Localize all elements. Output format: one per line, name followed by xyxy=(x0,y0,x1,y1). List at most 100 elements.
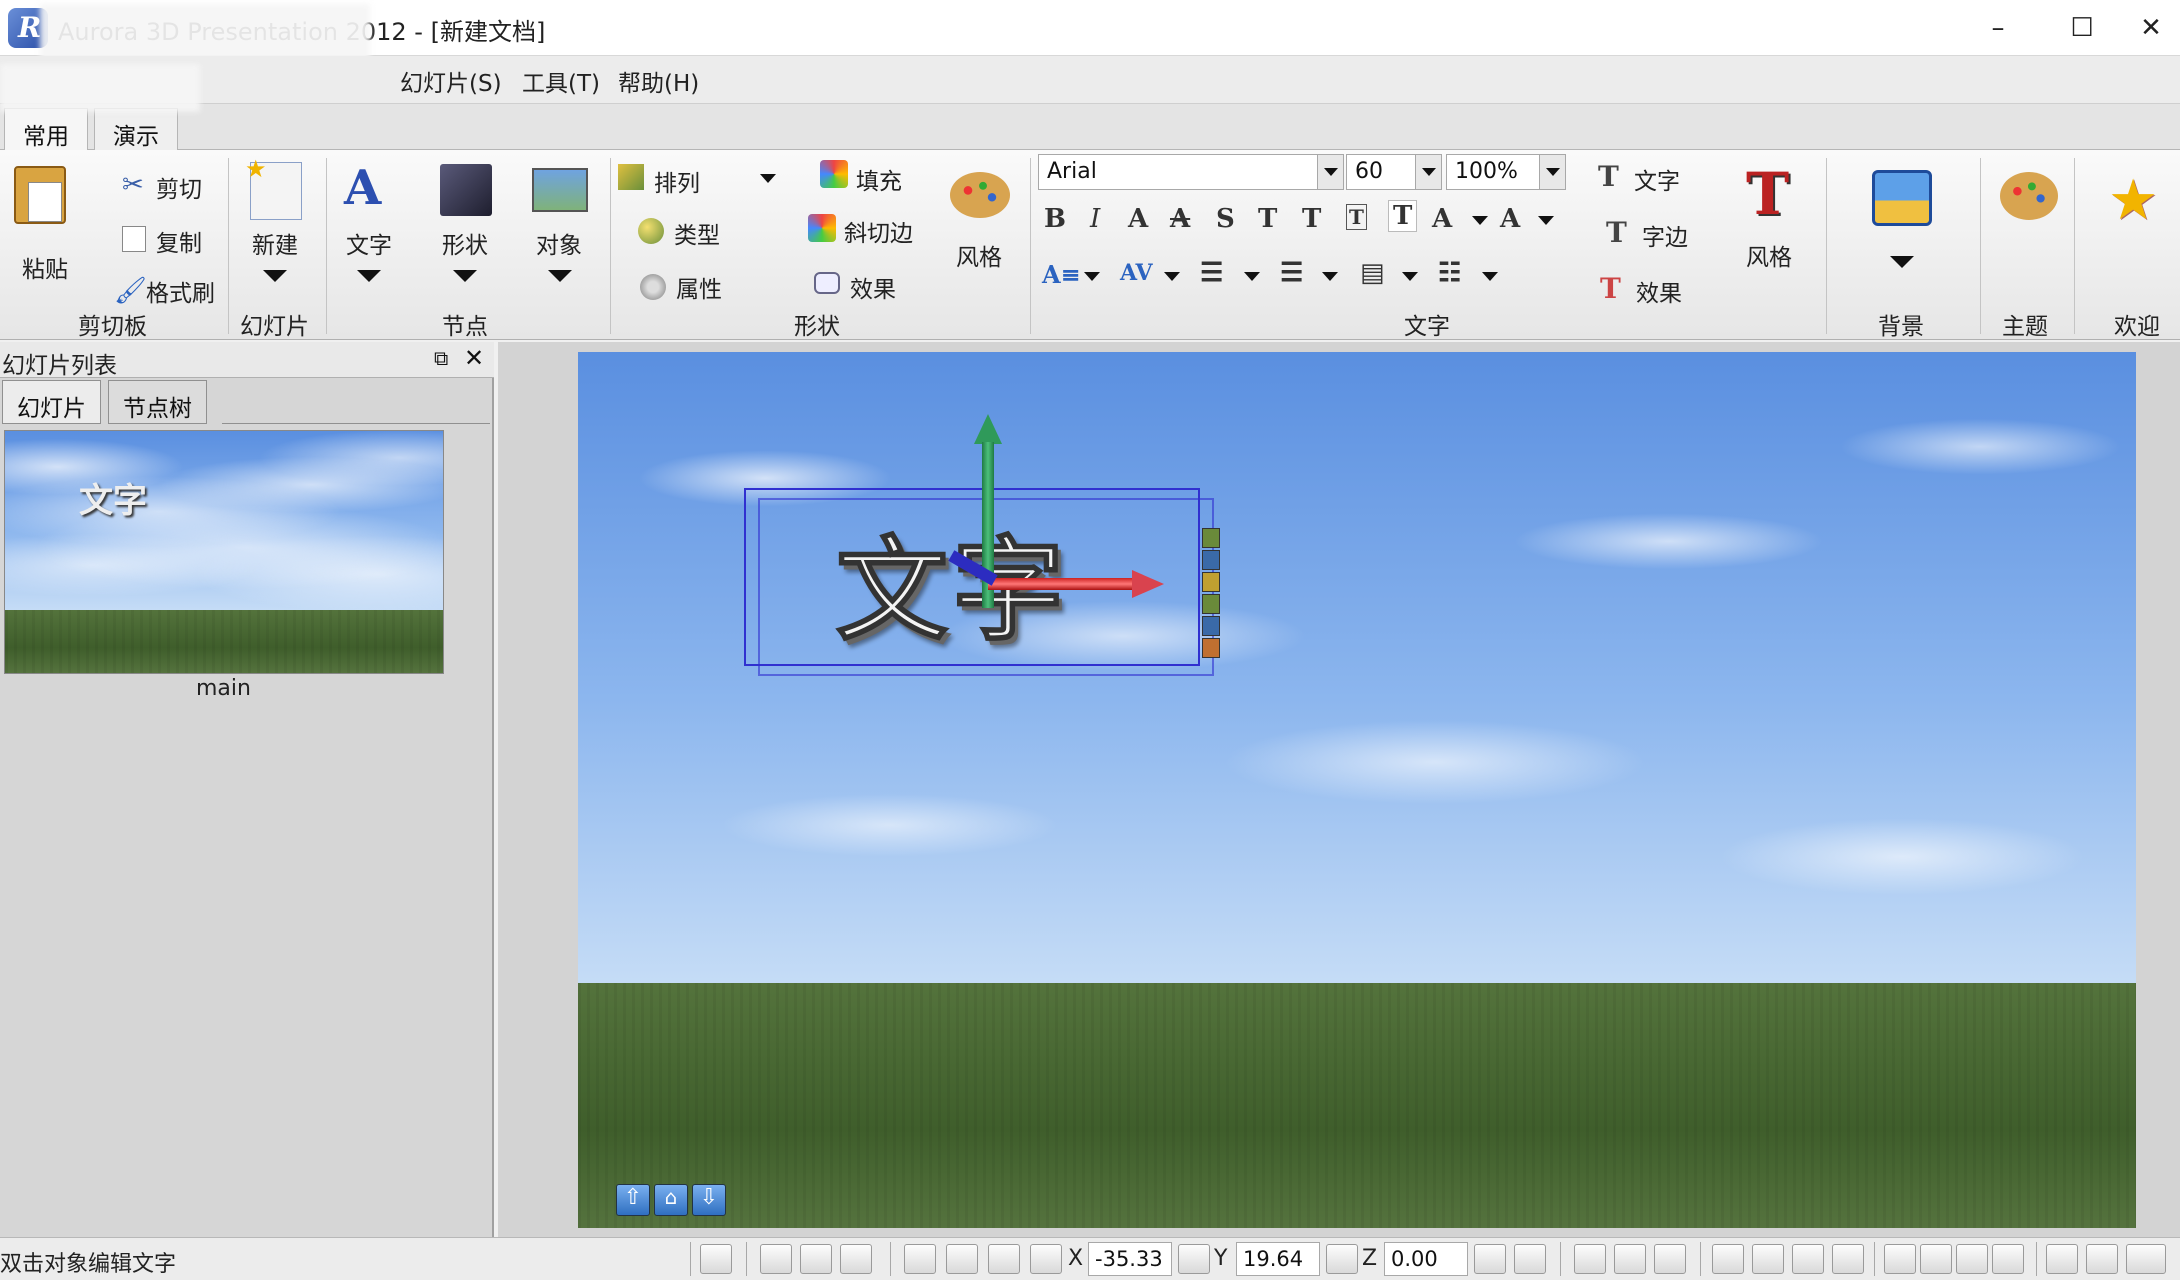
reset-rp-icon[interactable] xyxy=(2086,1244,2118,1274)
tab-home[interactable]: 常用 xyxy=(4,108,88,150)
star-icon[interactable]: ★ xyxy=(2108,168,2158,233)
subscript-button[interactable]: T xyxy=(1302,204,1321,234)
arrange-button[interactable]: 排列 xyxy=(654,164,700,198)
type-button[interactable]: 类型 xyxy=(674,216,720,250)
add-object-button[interactable]: 对象 xyxy=(536,226,582,260)
outline-icon[interactable]: A xyxy=(1128,204,1148,234)
palette-icon[interactable] xyxy=(950,172,1010,218)
film-icon[interactable] xyxy=(760,1244,792,1274)
close-panel-icon[interactable]: ✕ xyxy=(464,344,484,372)
gizmo-y-arrow-icon[interactable] xyxy=(974,414,1002,444)
camera-home-icon[interactable]: ⌂ xyxy=(654,1184,688,1216)
mini-scale-icon[interactable] xyxy=(1202,572,1220,592)
new-slide-dropdown-icon[interactable] xyxy=(263,270,287,282)
text-style-button[interactable]: 风格 xyxy=(1746,238,1792,272)
mini-rotate2-icon[interactable] xyxy=(1202,594,1220,614)
menu-slide[interactable]: 幻灯片(S) xyxy=(400,64,502,98)
vertical-align-dropdown-icon[interactable] xyxy=(1402,272,1418,281)
paste-button[interactable]: 粘贴 xyxy=(22,250,68,284)
scale-icon[interactable] xyxy=(1030,1244,1062,1274)
grid-icon[interactable] xyxy=(1832,1244,1864,1274)
shape-effect-button[interactable]: 效果 xyxy=(850,270,896,304)
cut-button[interactable]: 剪切 xyxy=(156,170,202,204)
bold-button[interactable]: B xyxy=(1044,204,1066,234)
x-spin-icon[interactable] xyxy=(1178,1244,1210,1274)
align-left-icon[interactable] xyxy=(1574,1244,1606,1274)
mini-rotate-icon[interactable] xyxy=(1202,528,1220,548)
text-color-dropdown-icon[interactable] xyxy=(1472,216,1488,225)
text-node-icon[interactable]: A xyxy=(344,160,381,216)
move-icon[interactable] xyxy=(946,1244,978,1274)
shape-style-button[interactable]: 风格 xyxy=(956,238,1002,272)
add-object-dropdown-icon[interactable] xyxy=(548,270,572,282)
add-shape-button[interactable]: 形状 xyxy=(442,226,488,260)
camera-up-icon[interactable]: ⇧ xyxy=(616,1184,650,1216)
x-coordinate-field[interactable]: -35.33 xyxy=(1088,1242,1172,1276)
font-family-select[interactable]: Arial xyxy=(1038,154,1344,190)
shape-node-icon[interactable] xyxy=(440,164,492,216)
shadow-s-button[interactable]: S xyxy=(1216,204,1235,234)
superscript-button[interactable]: T xyxy=(1258,204,1277,234)
layer-1-icon[interactable] xyxy=(1884,1244,1916,1274)
kerning-dropdown-icon[interactable] xyxy=(1164,272,1180,281)
background-dropdown-icon[interactable] xyxy=(1890,256,1914,268)
camera-down-icon[interactable]: ⇩ xyxy=(692,1184,726,1216)
font-scale-select[interactable]: 100% xyxy=(1446,154,1566,190)
layer-2-icon[interactable] xyxy=(1920,1244,1952,1274)
add-text-dropdown-icon[interactable] xyxy=(357,270,381,282)
list-icon[interactable]: ☷ xyxy=(1438,258,1461,288)
vertical-align-icon[interactable]: ▤ xyxy=(1360,258,1385,288)
text-style-icon[interactable]: T xyxy=(1746,160,1789,228)
format-painter-button[interactable]: 格式刷 xyxy=(146,274,215,308)
text-border-button[interactable]: 字边 xyxy=(1642,218,1688,252)
add-shape-dropdown-icon[interactable] xyxy=(453,270,477,282)
list-dropdown-icon[interactable] xyxy=(1482,272,1498,281)
maximize-button[interactable]: ☐ xyxy=(2046,0,2118,56)
mini-move2-icon[interactable] xyxy=(1202,616,1220,636)
align-icon[interactable]: ☰ xyxy=(1280,258,1303,288)
kerning-icon[interactable]: AV xyxy=(1120,260,1153,286)
y-spin-icon[interactable] xyxy=(1326,1244,1358,1274)
theme-icon[interactable] xyxy=(2000,172,2058,220)
background-icon[interactable] xyxy=(1872,170,1932,226)
font-size-select[interactable]: 60 xyxy=(1346,154,1442,190)
char-spacing-icon[interactable]: A≡ xyxy=(1042,260,1081,289)
tab-presentation[interactable]: 演示 xyxy=(94,108,178,150)
z-spin-icon[interactable] xyxy=(1474,1244,1506,1274)
mini-move-icon[interactable] xyxy=(1202,550,1220,570)
tab-node-tree[interactable]: 节点树 xyxy=(108,380,207,424)
strikethrough-button[interactable]: A xyxy=(1170,204,1190,234)
align-center-icon[interactable] xyxy=(1614,1244,1646,1274)
menu-help[interactable]: 帮助(H) xyxy=(618,64,699,98)
text-material-button[interactable]: 文字 xyxy=(1634,162,1680,196)
rotate-icon[interactable] xyxy=(988,1244,1020,1274)
capture-icon[interactable] xyxy=(840,1244,872,1274)
minimize-button[interactable]: – xyxy=(1962,0,2034,56)
attribute-button[interactable]: 属性 xyxy=(676,270,722,304)
text-highlight-dropdown-icon[interactable] xyxy=(1538,216,1554,225)
float-panel-icon[interactable]: ⧉ xyxy=(434,346,448,370)
y-coordinate-field[interactable]: 19.64 xyxy=(1236,1242,1320,1276)
new-slide-icon[interactable]: ★ xyxy=(245,155,302,220)
menu-tools[interactable]: 工具(T) xyxy=(522,64,600,98)
align-dropdown-icon[interactable] xyxy=(1322,272,1338,281)
close-button[interactable]: ✕ xyxy=(2122,0,2180,56)
bold-frame-text-button[interactable]: T xyxy=(1388,200,1418,232)
new-slide-button[interactable]: 新建 xyxy=(252,226,298,260)
distribute-h-icon[interactable] xyxy=(1712,1244,1744,1274)
gizmo-x-axis[interactable] xyxy=(988,578,1138,590)
slide-thumbnail[interactable]: 文字 xyxy=(4,430,444,674)
layer-3-icon[interactable] xyxy=(1956,1244,1988,1274)
3d-viewport[interactable]: 文字 ⇧ ⌂ ⇩ xyxy=(578,352,2136,1228)
char-spacing-dropdown-icon[interactable] xyxy=(1084,272,1100,281)
reset-r-icon[interactable] xyxy=(2046,1244,2078,1274)
distribute-v-icon[interactable] xyxy=(1752,1244,1784,1274)
text-color-icon[interactable]: A xyxy=(1432,204,1452,234)
text-effect-button[interactable]: 效果 xyxy=(1636,274,1682,308)
copy-button[interactable]: 复制 xyxy=(156,224,202,258)
line-spacing-icon[interactable]: ☰ xyxy=(1200,258,1223,288)
arrange-dropdown-icon[interactable] xyxy=(760,174,776,183)
play-icon[interactable] xyxy=(800,1244,832,1274)
fill-button[interactable]: 填充 xyxy=(856,162,902,196)
hand-tool-icon[interactable] xyxy=(700,1244,732,1274)
